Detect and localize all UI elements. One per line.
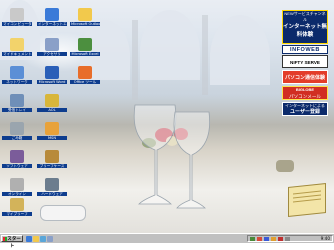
desktop-icon-image <box>45 150 59 163</box>
desktop-icon[interactable]: 受信トレイ <box>2 94 32 124</box>
banner-biglobe[interactable]: BIGLOBE パソコンメール <box>282 86 328 100</box>
background-pillar <box>132 20 138 100</box>
desktop-icon-image <box>78 38 92 51</box>
desktop-icon-image <box>45 8 59 21</box>
desktop-icon-label: ソフトウェア <box>2 164 32 169</box>
desktop-icon[interactable]: マイブリーフ <box>2 198 32 228</box>
start-label: スタート <box>7 237 21 249</box>
desktop-icon-image <box>10 178 24 191</box>
desktop-icon-image <box>45 66 59 79</box>
desktop-icon-label: オンライン <box>2 192 32 197</box>
banner-infoweb[interactable]: INFOWEB <box>282 45 328 54</box>
notepad-card <box>288 183 326 217</box>
desktop-icon[interactable]: Office ツール <box>70 66 100 96</box>
desktop-icon-label: ハードウェア <box>37 192 67 197</box>
tray-antivirus-icon[interactable] <box>257 237 262 241</box>
desktop-icon-image <box>10 198 24 211</box>
desktop-icon[interactable]: マイドキュメント <box>2 38 32 68</box>
banner-pc-communication[interactable]: パソコン通信体験 <box>282 70 328 84</box>
tray-ime-icon[interactable] <box>271 237 276 241</box>
salt-shaker <box>276 160 294 172</box>
banner-nifty-serve[interactable]: NIFTY SERVE <box>282 55 328 68</box>
background-arch <box>210 15 270 85</box>
desktop-icon-label: Microsoft Outlook <box>70 22 100 27</box>
desktop-icon[interactable]: AOL <box>37 94 67 124</box>
wine-glasses <box>133 104 211 209</box>
desktop-icon-image <box>10 150 24 163</box>
desktop-icon[interactable]: ハードウェア <box>37 178 67 208</box>
desktop-icon[interactable]: ブリーフケース <box>37 150 67 180</box>
desktop-icon-label: Microsoft Excel <box>70 52 100 57</box>
desktop-icon-image <box>10 122 24 135</box>
banner-user-registration[interactable]: インターネットによる ユーザー登録 <box>282 102 328 116</box>
background-arch <box>140 10 200 80</box>
clock[interactable]: 9:40 <box>321 236 330 242</box>
desktop-icon-label: AOL <box>37 108 67 113</box>
banner-subtitle: パソコンメール <box>288 94 322 99</box>
banner-service-channel[interactable]: NEWサービスチャンネル インターネット無料体験 <box>282 10 328 44</box>
desktop-icon-label: Microsoft Word <box>37 80 67 85</box>
tray-network-icon[interactable] <box>250 237 255 241</box>
desktop-icon-image <box>45 122 59 135</box>
desktop-icon[interactable]: ソフトウェア <box>2 150 32 180</box>
show-desktop-icon[interactable] <box>40 236 46 242</box>
internet-explorer-quicklaunch-icon[interactable] <box>26 236 32 242</box>
system-tray: 9:40 <box>247 235 333 242</box>
desktop-icon-label: MSN <box>37 136 67 141</box>
desktop-icon[interactable]: アクセサリ <box>37 38 67 68</box>
banner-title: パソコン通信体験 <box>284 75 325 81</box>
banner-subtitle: ユーザー登録 <box>290 109 320 115</box>
desktop-icon[interactable]: MSN <box>37 122 67 152</box>
desktop-icon-label: ネットワーク <box>2 80 32 85</box>
desktop-icon[interactable]: ごみ箱 <box>2 122 32 152</box>
desktop-icon-label: アクセサリ <box>37 52 67 57</box>
desktop-icon[interactable]: Microsoft Excel <box>70 38 100 68</box>
banner-title: INFOWEB <box>290 47 320 53</box>
tray-volume-icon[interactable] <box>285 237 290 241</box>
desktop-icon-image <box>45 38 59 51</box>
tray-language-icon[interactable] <box>278 237 283 241</box>
channels-icon[interactable] <box>47 236 53 242</box>
desktop-icon-image <box>45 94 59 107</box>
start-button[interactable]: スタート <box>1 235 23 249</box>
desktop-icon-label: マイコンピュータ <box>2 22 32 27</box>
tray-display-icon[interactable] <box>264 237 269 241</box>
desktop-icon-image <box>10 66 24 79</box>
banner-title: NEWサービスチャンネル <box>284 11 326 22</box>
desktop-icon[interactable]: Microsoft Outlook <box>70 8 100 38</box>
desktop-icon-image <box>45 178 59 191</box>
desktop-icon-label: 受信トレイ <box>2 108 32 113</box>
desktop-icon-label: マイブリーフ <box>2 212 32 217</box>
desktop-icon-image <box>10 8 24 21</box>
desktop-icon[interactable]: Microsoft Word <box>37 66 67 96</box>
outlook-quicklaunch-icon[interactable] <box>33 236 39 242</box>
desktop: マイコンピュータインターネットエクスプローラMicrosoft Outlook マ… <box>0 0 334 233</box>
desktop-icon-label: インターネットエクスプローラ <box>37 22 67 27</box>
desktop-icon[interactable]: ネットワーク <box>2 66 32 96</box>
desktop-icon[interactable]: マイコンピュータ <box>2 8 32 38</box>
desktop-icon-image <box>10 94 24 107</box>
desktop-icon[interactable]: インターネットエクスプローラ <box>37 8 67 38</box>
desktop-icon-label: マイドキュメント <box>2 52 32 57</box>
background-pillar <box>202 15 208 95</box>
desktop-icon-label: ブリーフケース <box>37 164 67 169</box>
desktop-icon-image <box>78 66 92 79</box>
desktop-icon-image <box>78 8 92 21</box>
banner-title: NIFTY SERVE <box>290 60 320 65</box>
desktop-icon-label: ごみ箱 <box>2 136 32 141</box>
taskbar: スタート 9:40 <box>0 233 334 249</box>
banner-subtitle: インターネット無料体験 <box>283 24 328 38</box>
desktop-icon-image <box>10 38 24 51</box>
desktop-icon-label: Office ツール <box>70 80 100 85</box>
